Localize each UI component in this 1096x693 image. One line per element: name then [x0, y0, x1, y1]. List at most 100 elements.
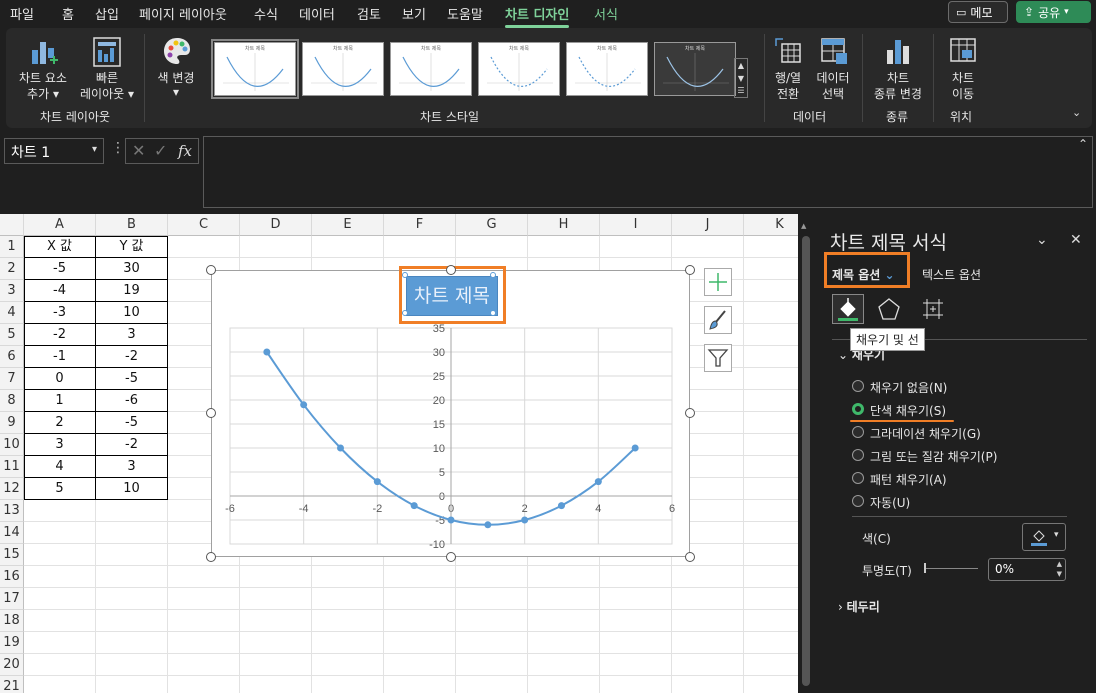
row-header[interactable]: 3 [0, 280, 24, 302]
title-resize-handle[interactable] [402, 272, 408, 278]
row-header[interactable]: 9 [0, 412, 24, 434]
cell[interactable] [744, 544, 798, 566]
cell[interactable] [24, 566, 96, 588]
chart-style-thumbnail[interactable]: 차트 제목 [211, 39, 299, 99]
cell[interactable] [744, 500, 798, 522]
enter-icon[interactable]: ✓ [154, 141, 167, 160]
chart-resize-handle[interactable] [685, 265, 695, 275]
column-header[interactable]: D [240, 214, 312, 236]
cell[interactable] [456, 632, 528, 654]
fill-color-picker[interactable]: ▾ [1022, 523, 1066, 551]
cell[interactable] [24, 654, 96, 676]
cell[interactable]: -2 [96, 434, 168, 456]
fill-line-tab[interactable] [832, 294, 864, 324]
menu-data[interactable]: 데이터 [299, 4, 335, 23]
cell[interactable] [600, 610, 672, 632]
chart-style-thumbnail[interactable]: 차트 제목 [390, 42, 472, 96]
chevron-down-icon[interactable]: ▾ [92, 144, 97, 155]
cell[interactable] [528, 588, 600, 610]
cell[interactable] [744, 522, 798, 544]
cell[interactable] [240, 654, 312, 676]
move-chart-button[interactable]: 차트 이동 [938, 32, 988, 104]
cell[interactable] [528, 610, 600, 632]
chart-resize-handle[interactable] [206, 552, 216, 562]
insert-function-icon[interactable]: fx [178, 142, 192, 160]
cell[interactable]: 5 [24, 478, 96, 500]
menu-review[interactable]: 검토 [357, 4, 381, 23]
cell[interactable] [744, 588, 798, 610]
menu-view[interactable]: 보기 [402, 4, 426, 23]
transparency-slider[interactable] [926, 568, 978, 569]
scroll-thumb[interactable] [802, 236, 810, 686]
cell[interactable] [240, 236, 312, 258]
cell[interactable] [96, 676, 168, 693]
cell[interactable] [600, 632, 672, 654]
cell[interactable] [24, 676, 96, 693]
row-header[interactable]: 1 [0, 236, 24, 258]
cell[interactable] [312, 236, 384, 258]
chart-resize-handle[interactable] [685, 408, 695, 418]
cell[interactable] [744, 456, 798, 478]
fill-option-label[interactable]: 단색 채우기(S) [870, 402, 946, 419]
more-styles-icon[interactable]: ☰ [735, 85, 747, 97]
cell[interactable] [240, 566, 312, 588]
cell[interactable] [96, 544, 168, 566]
cell[interactable] [528, 236, 600, 258]
cell[interactable]: 4 [24, 456, 96, 478]
column-header[interactable]: H [528, 214, 600, 236]
chart-style-thumbnail[interactable]: 차트 제목 [566, 42, 648, 96]
gallery-scroll[interactable]: ▲ ▼ ☰ [734, 58, 748, 98]
cell[interactable] [24, 588, 96, 610]
cell[interactable] [672, 588, 744, 610]
cell[interactable] [312, 676, 384, 693]
cell[interactable] [312, 610, 384, 632]
chevron-down-icon[interactable]: ⌄ [1036, 232, 1048, 248]
menu-page-layout[interactable]: 페이지 레이아웃 [139, 4, 227, 23]
switch-row-column-button[interactable]: 행/열 전환 [766, 32, 810, 104]
cell[interactable] [744, 566, 798, 588]
cell[interactable] [744, 390, 798, 412]
row-header[interactable]: 13 [0, 500, 24, 522]
data-point[interactable] [410, 502, 418, 510]
column-header[interactable]: J [672, 214, 744, 236]
chart-filters-button[interactable] [704, 344, 732, 372]
chevron-up-icon[interactable]: ⌃ [1078, 137, 1088, 151]
cancel-icon[interactable]: ✕ [132, 141, 145, 160]
row-header[interactable]: 17 [0, 588, 24, 610]
fill-option-label[interactable]: 그림 또는 질감 채우기(P) [870, 448, 997, 465]
cell[interactable] [600, 566, 672, 588]
cell[interactable]: -2 [96, 346, 168, 368]
row-header[interactable]: 12 [0, 478, 24, 500]
chart-resize-handle[interactable] [446, 552, 456, 562]
cell[interactable] [744, 324, 798, 346]
cell[interactable] [456, 236, 528, 258]
cell[interactable]: 3 [24, 434, 96, 456]
cell[interactable] [24, 544, 96, 566]
share-button[interactable]: ⇪ 공유 ▾ [1016, 1, 1091, 23]
cell[interactable] [168, 632, 240, 654]
title-resize-handle[interactable] [490, 310, 496, 316]
chart-styles-button[interactable] [704, 306, 732, 334]
cell[interactable]: 2 [24, 412, 96, 434]
cell[interactable] [384, 654, 456, 676]
cell[interactable] [600, 236, 672, 258]
formula-input[interactable]: ⌃ [203, 136, 1093, 208]
collapse-ribbon-icon[interactable]: ⌄ [1072, 106, 1081, 119]
cell[interactable] [384, 236, 456, 258]
cell[interactable] [744, 434, 798, 456]
data-point[interactable] [447, 516, 455, 524]
fill-option-radio[interactable] [852, 426, 864, 438]
cell[interactable] [24, 500, 96, 522]
cell[interactable] [384, 610, 456, 632]
data-point[interactable] [337, 444, 344, 452]
cell[interactable] [168, 588, 240, 610]
column-header[interactable]: E [312, 214, 384, 236]
column-header[interactable]: B [96, 214, 168, 236]
chart-elements-button[interactable] [704, 268, 732, 296]
data-point[interactable] [300, 401, 308, 409]
cell[interactable]: -1 [24, 346, 96, 368]
row-header[interactable]: 14 [0, 522, 24, 544]
cell[interactable]: -3 [24, 302, 96, 324]
cell[interactable] [312, 632, 384, 654]
memo-button[interactable]: ▭ 메모 [948, 1, 1008, 23]
